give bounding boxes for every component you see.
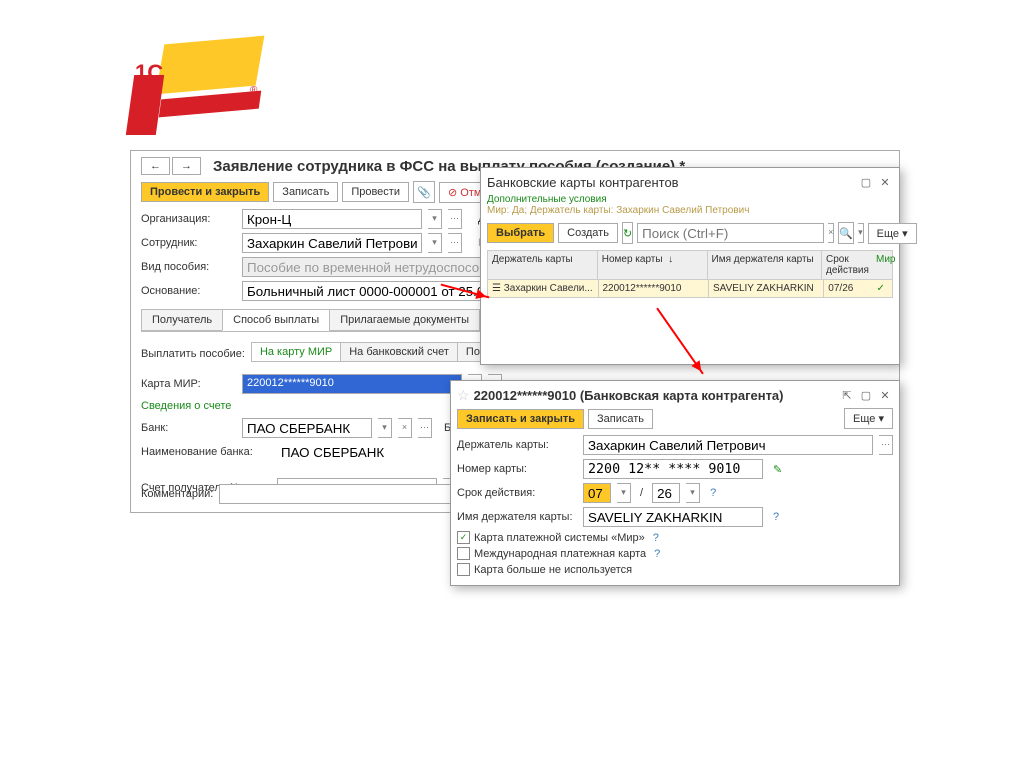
edit-icon[interactable]: ✎ <box>773 463 782 476</box>
exp-m-dropdown[interactable]: ▾ <box>617 483 631 503</box>
forward-button[interactable]: → <box>172 157 201 175</box>
emp-input[interactable] <box>242 233 422 253</box>
comment-label: Комментарий: <box>141 488 213 500</box>
benefit-input <box>242 257 492 277</box>
cell-holdername: SAVELIY ZAKHARKIN <box>709 280 824 297</box>
bank-input[interactable] <box>242 418 372 438</box>
bank-clear[interactable]: × <box>398 418 412 438</box>
cell-holder: ☰ Захаркин Савели... <box>488 280 599 297</box>
pay-benefit-label: Выплатить пособие: <box>141 348 245 360</box>
bank-open[interactable]: ⋯ <box>418 418 432 438</box>
holdername-input[interactable] <box>583 507 763 527</box>
benefit-label: Вид пособия: <box>141 261 236 273</box>
close-icon[interactable]: ✕ <box>877 174 893 190</box>
more2-button[interactable]: Еще ▾ <box>844 408 893 429</box>
number-input[interactable] <box>583 459 763 479</box>
table-header: Держатель карты Номер карты ↓ Имя держат… <box>487 250 893 280</box>
cards-list-dialog: Банковские карты контрагентов ▢ ✕ Дополн… <box>480 167 900 365</box>
col-holdername[interactable]: Имя держателя карты <box>708 251 823 279</box>
exp-month-input[interactable] <box>583 483 611 503</box>
help2-icon[interactable]: ? <box>773 511 779 523</box>
org-label: Организация: <box>141 213 236 225</box>
close2-icon[interactable]: ✕ <box>877 388 893 404</box>
col-mir[interactable]: Мир <box>872 251 892 279</box>
mir-label: Карта МИР: <box>141 378 236 390</box>
basis-input[interactable] <box>242 281 492 301</box>
select-button[interactable]: Выбрать <box>487 223 554 243</box>
basis-label: Основание: <box>141 285 236 297</box>
holder-open[interactable]: ⋯ <box>879 435 893 455</box>
back-button[interactable]: ← <box>141 157 170 175</box>
attach-icon[interactable]: 📎 <box>413 181 435 203</box>
intl-check-label: Международная платежная карта <box>474 548 646 560</box>
bank-label: Банк: <box>141 422 236 434</box>
org-open[interactable]: ⋯ <box>448 209 462 229</box>
unused-checkbox[interactable] <box>457 563 470 576</box>
logo-1c: 1С® <box>130 40 270 140</box>
dialog-title: Банковские карты контрагентов <box>487 175 679 190</box>
bankname-input <box>277 442 477 462</box>
mir-check-label: Карта платежной системы «Мир» <box>474 532 645 544</box>
conditions-label: Дополнительные условия <box>487 194 893 205</box>
dialog2-title: 220012******9010 (Банковская карта контр… <box>474 388 784 403</box>
col-expiry[interactable]: Срок действия <box>822 251 872 279</box>
search-input[interactable] <box>637 223 824 243</box>
holder-input[interactable] <box>583 435 873 455</box>
help3-icon[interactable]: ? <box>653 532 659 544</box>
cell-number: 220012******9010 <box>599 280 710 297</box>
tab-docs[interactable]: Прилагаемые документы <box>329 309 480 331</box>
bankname-label: Наименование банка: <box>141 446 271 458</box>
search-clear[interactable]: × <box>828 223 834 243</box>
detach-icon[interactable]: ▢ <box>858 174 874 190</box>
holdernameat-label: Имя держателя карты: <box>457 511 577 523</box>
mir-checkbox[interactable]: ✓ <box>457 531 470 544</box>
table-row[interactable]: ☰ Захаркин Савели... 220012******9010 SA… <box>487 280 893 298</box>
conditions-text: Мир: Да; Держатель карты: Захаркин Савел… <box>487 205 893 216</box>
write-button[interactable]: Записать <box>273 182 338 202</box>
bank-dropdown[interactable]: ▾ <box>378 418 392 438</box>
expiry-label: Срок действия: <box>457 487 577 499</box>
save-close-button[interactable]: Записать и закрыть <box>457 409 584 429</box>
subtab-mir[interactable]: На карту МИР <box>251 342 341 362</box>
org-dropdown[interactable]: ▾ <box>428 209 442 229</box>
search-dropdown[interactable]: ▾ <box>858 223 864 243</box>
exp-y-dropdown[interactable]: ▾ <box>686 483 700 503</box>
create-button[interactable]: Создать <box>558 223 618 243</box>
emp-dropdown[interactable]: ▾ <box>428 233 442 253</box>
exp-year-input[interactable] <box>652 483 680 503</box>
help-icon[interactable]: ? <box>710 487 716 499</box>
link-icon[interactable]: ⇱ <box>839 388 855 404</box>
commit-button[interactable]: Провести <box>342 182 409 202</box>
card-edit-dialog: ☆ 220012******9010 (Банковская карта конт… <box>450 380 900 586</box>
search-icon[interactable]: 🔍 <box>838 222 854 244</box>
col-holder[interactable]: Держатель карты <box>488 251 598 279</box>
number-label: Номер карты: <box>457 463 577 475</box>
mir-input[interactable]: 220012******9010 <box>242 374 462 394</box>
cell-mir: ✓ <box>873 280 892 297</box>
more-button[interactable]: Еще ▾ <box>868 223 917 244</box>
holder-label: Держатель карты: <box>457 439 577 451</box>
subtab-bank[interactable]: На банковский счет <box>340 342 458 362</box>
tab-recipient[interactable]: Получатель <box>141 309 223 331</box>
favorite-icon[interactable]: ☆ <box>457 387 470 403</box>
emp-open[interactable]: ⋯ <box>448 233 462 253</box>
col-number[interactable]: Номер карты ↓ <box>598 251 708 279</box>
commit-close-button[interactable]: Провести и закрыть <box>141 182 269 202</box>
write2-button[interactable]: Записать <box>588 409 653 429</box>
emp-label: Сотрудник: <box>141 237 236 249</box>
detach2-icon[interactable]: ▢ <box>858 388 874 404</box>
cell-expiry: 07/26 <box>824 280 872 297</box>
refresh-icon[interactable]: ↻ <box>622 222 633 244</box>
help4-icon[interactable]: ? <box>654 548 660 560</box>
intl-checkbox[interactable] <box>457 547 470 560</box>
org-input[interactable] <box>242 209 422 229</box>
tab-payment[interactable]: Способ выплаты <box>222 309 330 331</box>
unused-check-label: Карта больше не используется <box>474 564 632 576</box>
